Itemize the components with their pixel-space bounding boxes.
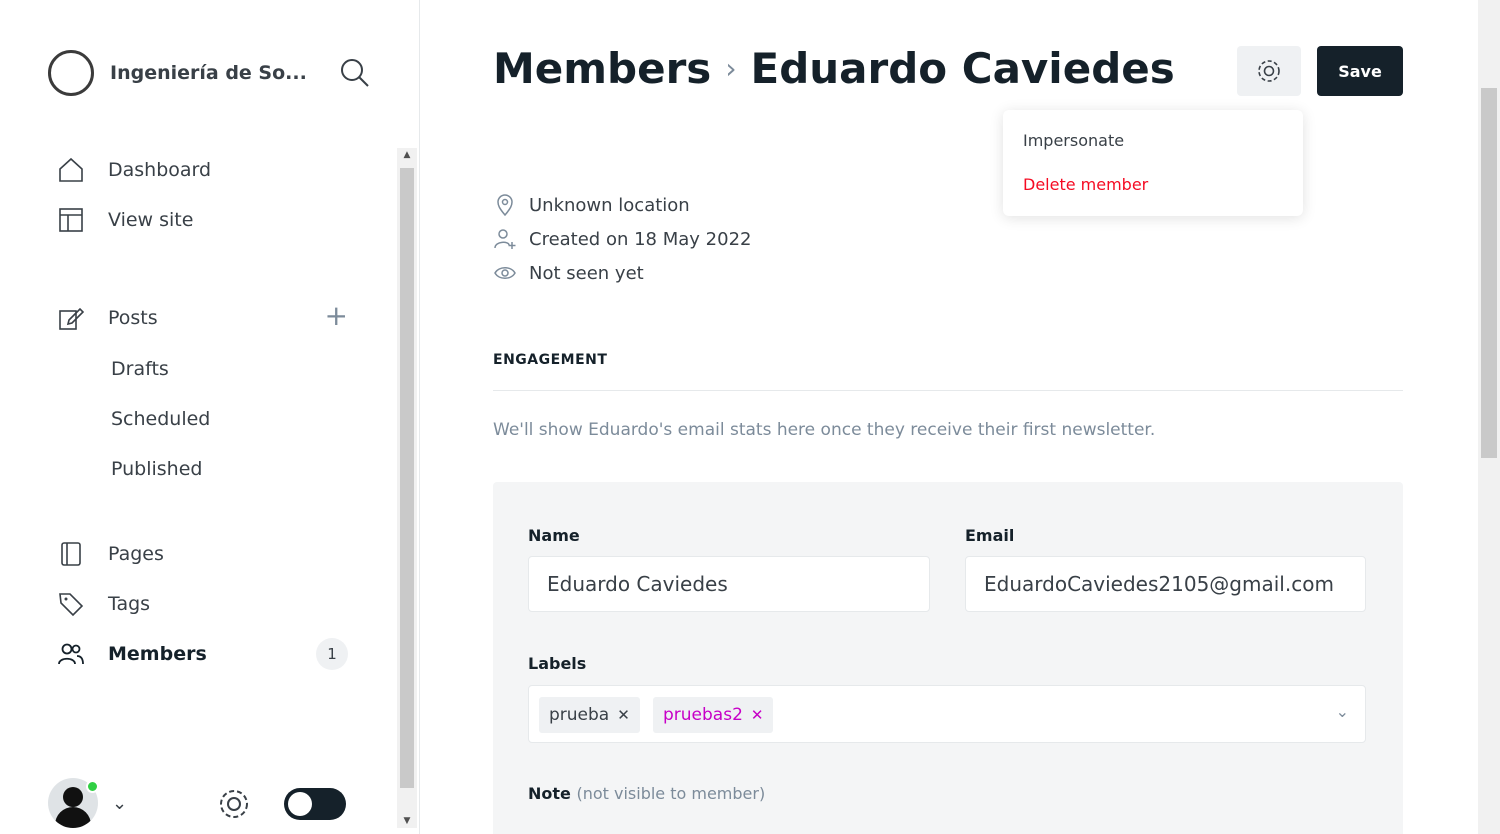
nav-view-site-label: View site xyxy=(108,209,194,231)
label-tag-text: prueba xyxy=(549,705,610,725)
seen-text: Not seen yet xyxy=(529,262,644,284)
sidebar: Ingeniería de So... Dashboard View site … xyxy=(0,0,420,834)
search-button[interactable] xyxy=(338,56,372,90)
page-title: Members › Eduardo Caviedes xyxy=(493,44,1175,93)
note-label-text: Note xyxy=(528,784,571,803)
section-divider xyxy=(493,390,1403,391)
scroll-up-arrow[interactable]: ▲ xyxy=(397,150,417,160)
breadcrumb-separator: › xyxy=(725,52,737,85)
member-actions-dropdown: Impersonate Delete member xyxy=(1003,110,1303,216)
nav-members[interactable]: Members 1 xyxy=(56,638,356,670)
page-scroll-thumb[interactable] xyxy=(1481,88,1497,458)
nav-members-label: Members xyxy=(108,643,207,665)
member-meta: Unknown location Created on 18 May 2022 … xyxy=(493,188,751,290)
nav-view-site[interactable]: View site xyxy=(56,204,356,236)
meta-seen: Not seen yet xyxy=(493,256,751,290)
nav-dashboard-label: Dashboard xyxy=(108,159,212,181)
site-header[interactable]: Ingeniería de So... xyxy=(48,50,307,96)
nav-pages-label: Pages xyxy=(108,543,164,565)
meta-location: Unknown location xyxy=(493,188,751,222)
member-form-card: Name Eduardo Caviedes Email EduardoCavie… xyxy=(493,482,1403,834)
search-icon xyxy=(341,59,369,87)
pencil-icon xyxy=(56,303,86,333)
page-scrollbar[interactable] xyxy=(1478,0,1500,834)
nav-drafts[interactable]: Drafts xyxy=(111,358,169,380)
chevron-down-icon[interactable]: ⌄ xyxy=(1336,702,1349,721)
engagement-text: We'll show Eduardo's email stats here on… xyxy=(493,420,1156,440)
meta-created: Created on 18 May 2022 xyxy=(493,222,751,256)
remove-tag-icon[interactable]: ✕ xyxy=(617,706,630,724)
pages-icon xyxy=(56,539,86,569)
location-pin-icon xyxy=(493,193,517,217)
name-input[interactable]: Eduardo Caviedes xyxy=(528,556,930,612)
members-icon xyxy=(56,639,86,669)
home-icon xyxy=(56,155,86,185)
nav-posts-label: Posts xyxy=(108,307,158,329)
gear-icon xyxy=(220,790,248,818)
tag-icon xyxy=(56,589,86,619)
nav-scheduled[interactable]: Scheduled xyxy=(111,408,210,430)
sidebar-scroll-thumb[interactable] xyxy=(400,168,414,788)
location-text: Unknown location xyxy=(529,194,690,216)
sidebar-footer: ⌄ xyxy=(48,778,358,830)
chevron-down-icon[interactable]: ⌄ xyxy=(112,793,127,814)
label-tag: prueba ✕ xyxy=(539,697,640,733)
remove-tag-icon[interactable]: ✕ xyxy=(751,706,764,724)
main-content: Members › Eduardo Caviedes Save Imperson… xyxy=(420,0,1478,834)
labels-label: Labels xyxy=(528,654,587,673)
browser-icon xyxy=(56,205,86,235)
settings-button[interactable] xyxy=(216,786,252,822)
label-tag-text: pruebas2 xyxy=(663,705,743,725)
avatar-body xyxy=(55,807,91,828)
nav-posts[interactable]: Posts + xyxy=(56,302,356,334)
gear-icon xyxy=(1258,60,1280,82)
sidebar-scrollbar[interactable]: ▲ ▼ xyxy=(397,148,417,828)
labels-input[interactable]: prueba ✕ pruebas2 ✕ ⌄ xyxy=(528,685,1366,743)
email-label: Email xyxy=(965,526,1015,545)
members-count-badge: 1 xyxy=(316,638,348,670)
save-button[interactable]: Save xyxy=(1317,46,1403,96)
site-name: Ingeniería de So... xyxy=(110,62,307,84)
nav-pages[interactable]: Pages xyxy=(56,538,356,570)
engagement-heading: ENGAGEMENT xyxy=(493,352,608,368)
scroll-down-arrow[interactable]: ▼ xyxy=(397,816,417,826)
member-actions-button[interactable] xyxy=(1237,46,1301,96)
online-status-dot xyxy=(86,780,99,793)
label-tag: pruebas2 ✕ xyxy=(653,697,774,733)
nav-tags-label: Tags xyxy=(108,593,151,615)
user-add-icon xyxy=(493,227,517,251)
breadcrumb-current: Eduardo Caviedes xyxy=(750,44,1175,93)
site-logo xyxy=(48,50,94,96)
name-label: Name xyxy=(528,526,580,545)
nav-published[interactable]: Published xyxy=(111,458,202,480)
add-post-button[interactable]: + xyxy=(325,302,348,330)
nav-tags[interactable]: Tags xyxy=(56,588,356,620)
eye-icon xyxy=(493,261,517,285)
delete-member-menu-item[interactable]: Delete member xyxy=(1023,174,1283,218)
nav-dashboard[interactable]: Dashboard xyxy=(56,154,356,186)
impersonate-menu-item[interactable]: Impersonate xyxy=(1023,130,1283,174)
dark-mode-toggle[interactable] xyxy=(284,788,346,820)
note-hint: (not visible to member) xyxy=(576,784,766,803)
note-label: Note (not visible to member) xyxy=(528,784,765,803)
email-input[interactable]: EduardoCaviedes2105@gmail.com xyxy=(965,556,1366,612)
toggle-knob xyxy=(288,792,312,816)
avatar-head xyxy=(63,787,83,807)
breadcrumb-members[interactable]: Members xyxy=(493,44,711,93)
created-text: Created on 18 May 2022 xyxy=(529,228,752,250)
